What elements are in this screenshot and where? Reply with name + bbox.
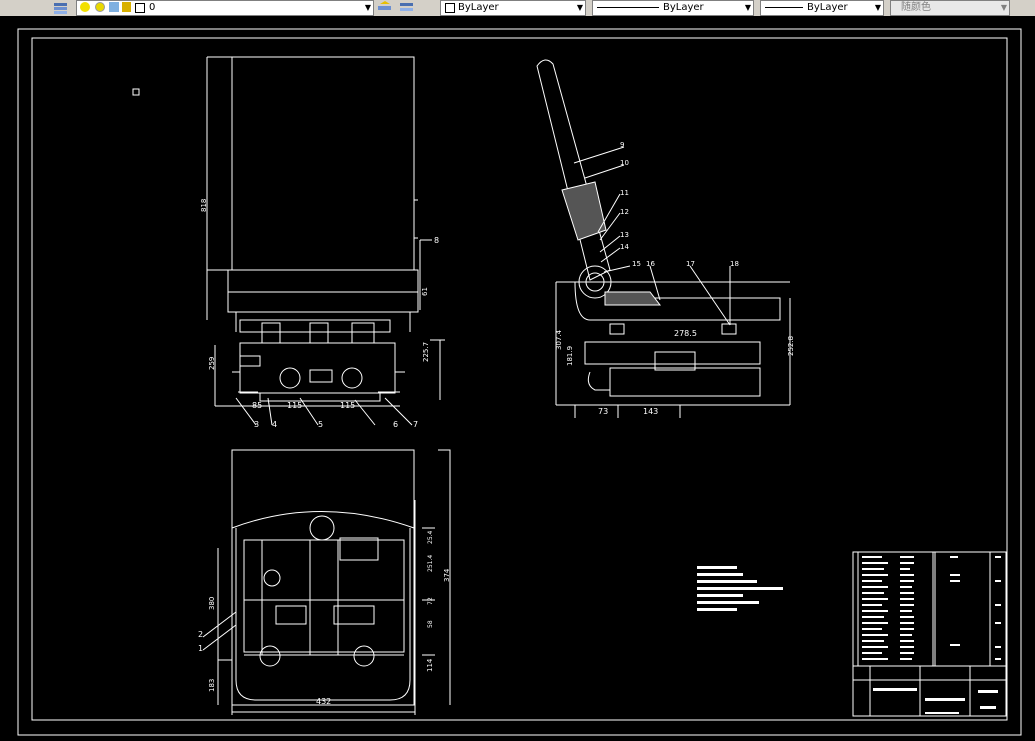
chevron-down-icon: ▼: [364, 3, 371, 12]
lineweight-sample: [765, 7, 803, 8]
part-13: 13: [620, 231, 629, 239]
dim-right-h: 252.8: [787, 336, 795, 356]
chevron-down-icon: ▼: [744, 3, 751, 12]
dim-total-h: 307.4: [555, 329, 563, 350]
dim-a: 85: [252, 401, 262, 410]
lineweight-dropdown[interactable]: ByLayer ▼: [760, 0, 884, 16]
dim-seat: 225.7: [422, 342, 430, 362]
part-3: 3: [254, 420, 259, 429]
color-value: ByLayer: [458, 2, 499, 13]
part-8: 8: [434, 236, 439, 245]
part-5: 5: [318, 420, 323, 429]
dim-base: 259: [208, 357, 216, 370]
part-14: 14: [620, 243, 629, 251]
side-view-dims: 278.5 307.4 181.9 252.8 73 143 9 10 11 1…: [555, 141, 795, 416]
dim-r4: 58: [427, 620, 434, 628]
part-1: 1: [198, 644, 203, 653]
dim-x2: 143: [643, 407, 658, 416]
title-block: [852, 551, 1007, 717]
layer-states-icon[interactable]: [52, 0, 70, 14]
color-swatch: [445, 3, 455, 13]
dim-r3: 72: [427, 597, 434, 605]
dim-b: 115: [287, 401, 302, 410]
side-view: [536, 59, 791, 418]
dim-rb: 114: [426, 658, 434, 672]
layer-color-swatch: [135, 3, 145, 13]
chevron-down-icon: ▼: [576, 3, 583, 12]
dim-bottom: 183: [208, 679, 216, 692]
part-18: 18: [730, 260, 739, 268]
part-17: 17: [686, 260, 695, 268]
front-view: [206, 56, 445, 426]
bulb-icon: [80, 2, 90, 12]
dim-width: 432: [316, 697, 331, 706]
part-12: 12: [620, 208, 629, 216]
dim-height: 818: [200, 199, 208, 212]
part-11: 11: [620, 189, 629, 197]
sun-icon: [95, 2, 105, 12]
part-4: 4: [272, 420, 277, 429]
lineweight-value: ByLayer: [807, 2, 848, 13]
part-9: 9: [620, 141, 624, 149]
part-15: 15: [632, 260, 641, 268]
properties-toolbar: 0 ▼ ByLayer ▼ ByLayer ▼ ByLayer ▼ 随颜色 ▼: [0, 0, 1035, 17]
linetype-value: ByLayer: [663, 2, 704, 13]
dim-depth: 374: [443, 568, 451, 582]
dim-r2: 251.4: [427, 555, 434, 572]
part-6: 6: [393, 420, 398, 429]
plotstyle-dropdown[interactable]: 随颜色 ▼: [890, 0, 1010, 16]
make-current-layer-icon[interactable]: [376, 0, 394, 14]
dim-small: 61: [421, 287, 429, 296]
linetype-sample: [597, 7, 659, 8]
viewport-icon: [109, 2, 119, 12]
layer-name: 0: [149, 2, 156, 13]
lock-icon: [122, 2, 131, 12]
part-7: 7: [413, 420, 418, 429]
layer-previous-icon[interactable]: [398, 0, 416, 14]
dim-r1: 25.4: [427, 530, 434, 544]
color-dropdown[interactable]: ByLayer ▼: [440, 0, 586, 16]
linetype-dropdown[interactable]: ByLayer ▼: [592, 0, 754, 16]
technical-notes: [697, 566, 783, 611]
part-10: 10: [620, 159, 629, 167]
chevron-down-icon: ▼: [874, 3, 881, 12]
top-view: [202, 449, 451, 715]
dim-left: 380: [208, 597, 216, 610]
dim-x1: 73: [598, 407, 608, 416]
drawing-canvas[interactable]: 818 259 225.7 61 85 115 115 3 4 5 6 7 8 …: [0, 16, 1035, 741]
dim-seat-len: 278.5: [674, 329, 697, 338]
dim-c: 115: [340, 401, 355, 410]
dim-inner-h: 181.9: [566, 346, 574, 366]
part-2: 2: [198, 630, 203, 639]
layer-dropdown[interactable]: 0 ▼: [76, 0, 374, 16]
plotstyle-value: 随颜色: [901, 2, 931, 13]
part-16: 16: [646, 260, 655, 268]
chevron-down-icon: ▼: [1000, 3, 1007, 12]
